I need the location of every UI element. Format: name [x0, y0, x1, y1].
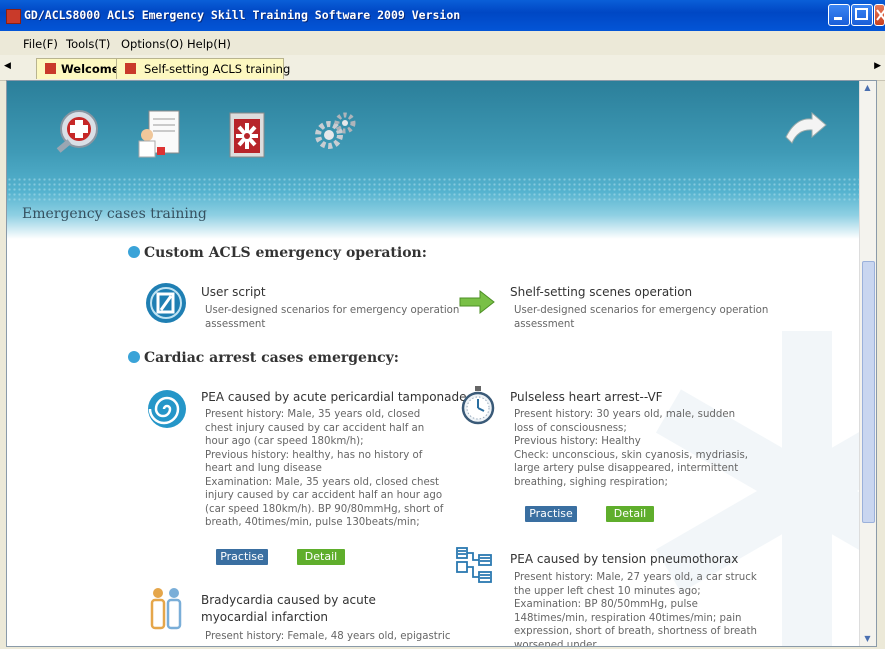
medical-kit-icon[interactable] — [49, 105, 105, 161]
tab-welcome[interactable]: Welcome — [36, 58, 129, 79]
tab-scroll-right-icon[interactable]: ▶ — [874, 61, 881, 71]
case-tension-pneumothorax-title[interactable]: PEA caused by tension pneumothorax — [510, 552, 738, 566]
minimize-button[interactable] — [828, 4, 850, 26]
welcome-page: Emergency cases training Custom ACLS eme… — [6, 80, 877, 647]
case-bradycardia-title[interactable]: Bradycardia caused by acute myocardial i… — [201, 592, 441, 626]
window-title: GD/ACLS8000 ACLS Emergency Skill Trainin… — [24, 8, 461, 22]
maximize-button[interactable] — [851, 4, 873, 26]
user-script-title[interactable]: User script — [201, 285, 266, 299]
banner: Emergency cases training — [7, 81, 876, 239]
case-pea-tamponade-title[interactable]: PEA caused by acute pericardial tamponad… — [201, 390, 467, 404]
custom-acls-heading-text: Custom ACLS emergency operation: — [144, 245, 427, 261]
tab-self-setting[interactable]: Self-setting ACLS training — [116, 58, 290, 79]
self-setting-tab-icon — [125, 63, 136, 74]
close-icon — [876, 9, 885, 21]
menu-file[interactable]: File(F) — [23, 37, 58, 51]
exit-icon[interactable] — [782, 109, 830, 149]
case-tension-pneumothorax-desc: Present history: Male, 27 years old, a c… — [514, 572, 757, 647]
close-button[interactable] — [874, 4, 885, 26]
shelf-setting-title[interactable]: Shelf-setting scenes operation — [510, 285, 692, 299]
minimize-icon — [834, 17, 842, 20]
people-icon[interactable] — [148, 586, 184, 630]
menu-tools[interactable]: Tools(T) — [66, 37, 110, 51]
menu-options[interactable]: Options(O) — [121, 37, 183, 51]
menu-bar: File(F) Tools(T) Options(O) Help(H) — [0, 31, 885, 55]
welcome-tab-icon — [45, 63, 56, 74]
settings-gears-icon[interactable] — [307, 105, 363, 161]
user-script-desc: User-designed scenarios for emergency op… — [205, 305, 460, 330]
case-pulseless-vf-title[interactable]: Pulseless heart arrest--VF — [510, 390, 663, 404]
tab-bar: ◀ Welcome Self-setting ACLS training ▶ — [0, 55, 885, 81]
tab-scroll-left-icon[interactable]: ◀ — [4, 61, 11, 71]
case2-practise-button[interactable]: Practise — [525, 506, 577, 522]
case-pea-tamponade-desc: Present history: Male, 35 years old, clo… — [205, 409, 444, 528]
tab-self-setting-label: Self-setting ACLS training — [144, 62, 291, 76]
flowchart-icon[interactable] — [455, 546, 495, 586]
emergency-box-icon[interactable] — [218, 105, 274, 161]
title-bar: GD/ACLS8000 ACLS Emergency Skill Trainin… — [0, 0, 885, 31]
clipboard-doctor-icon[interactable] — [133, 105, 189, 161]
cardiac-arrest-heading: Cardiac arrest cases emergency: — [128, 350, 399, 366]
scroll-up-icon[interactable]: ▲ — [862, 83, 873, 95]
shelf-setting-desc: User-designed scenarios for emergency op… — [514, 305, 769, 330]
case2-detail-button[interactable]: Detail — [606, 506, 654, 522]
cardiac-arrest-heading-text: Cardiac arrest cases emergency: — [144, 350, 399, 366]
heading-bullet-icon — [128, 246, 140, 258]
shelf-setting-arrow-icon[interactable] — [458, 289, 496, 315]
maximize-icon — [855, 8, 868, 20]
app-icon — [6, 9, 21, 24]
scrollbar-thumb[interactable] — [862, 261, 875, 523]
tab-welcome-label: Welcome — [61, 62, 120, 76]
scroll-down-icon[interactable]: ▼ — [862, 634, 873, 646]
case1-practise-button[interactable]: Practise — [216, 549, 268, 565]
banner-pattern — [7, 177, 876, 203]
custom-acls-heading: Custom ACLS emergency operation: — [128, 245, 427, 261]
stopwatch-icon[interactable] — [459, 385, 497, 425]
case-bradycardia-desc: Present history: Female, 48 years old, e… — [205, 631, 451, 642]
vertical-scrollbar[interactable]: ▲ ▼ — [859, 81, 876, 646]
spiral-icon[interactable] — [147, 389, 187, 429]
heading-bullet-icon — [128, 351, 140, 363]
menu-help[interactable]: Help(H) — [187, 37, 231, 51]
user-script-icon[interactable] — [145, 282, 187, 324]
section-label: Emergency cases training — [22, 206, 207, 222]
case-pulseless-vf-desc: Present history: 30 years old, male, sud… — [514, 409, 749, 488]
case1-detail-button[interactable]: Detail — [297, 549, 345, 565]
